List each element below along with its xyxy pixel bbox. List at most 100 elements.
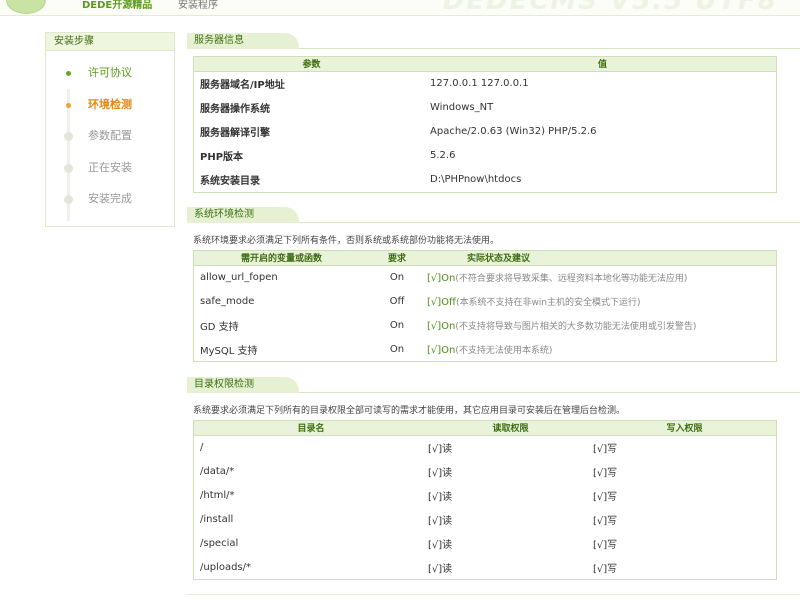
column-header: 参数 bbox=[194, 57, 429, 72]
table-row: PHP版本 5.2.6 bbox=[194, 143, 776, 167]
dir-check-header: 目录权限检测 bbox=[187, 377, 800, 393]
step-label: 安装完成 bbox=[88, 192, 132, 205]
step-item: 许可协议 bbox=[46, 57, 174, 89]
column-header: 要求 bbox=[369, 251, 425, 266]
dir-cell: /html/* bbox=[200, 489, 235, 501]
write-cell: [√]写 bbox=[593, 515, 618, 527]
step-dot-icon bbox=[66, 102, 71, 108]
install-steps-panel: 安装步骤 许可协议 环境检测 参数配置 正在安装 安装完成 bbox=[45, 32, 175, 227]
install-steps-title: 安装步骤 bbox=[46, 33, 174, 51]
column-header: 目录名 bbox=[194, 421, 428, 436]
env-check-table: 需开启的变量或函数 要求 实际状态及建议 allow_url_fopen On … bbox=[193, 250, 777, 362]
table-row: 系统安装目录 D:\PHPnow\htdocs bbox=[194, 167, 776, 191]
step-dot-icon bbox=[66, 71, 71, 76]
column-header: 实际状态及建议 bbox=[425, 251, 776, 266]
param-cell: PHP版本 bbox=[200, 151, 244, 163]
env-check-title: 系统环境检测 bbox=[187, 207, 299, 223]
header-tagline: DEDE开源精品 bbox=[82, 0, 153, 11]
value-cell: 5.2.6 bbox=[430, 149, 456, 161]
step-item: 正在安装 bbox=[46, 152, 174, 184]
step-item: 环境检测 bbox=[46, 89, 174, 121]
table-row: 服务器解译引擎 Apache/2.0.63 (Win32) PHP/5.2.6 bbox=[194, 119, 776, 143]
status-note: (不支持无法使用本系统) bbox=[455, 345, 553, 356]
server-info-title: 服务器信息 bbox=[187, 33, 299, 49]
read-cell: [√]读 bbox=[428, 563, 453, 575]
status-note: (不支持将导致与图片相关的大多数功能无法使用或引发警告) bbox=[455, 321, 697, 332]
var-name-cell: GD 支持 bbox=[200, 321, 239, 333]
status-note: (本系统不支持在非win主机的安全模式下运行) bbox=[455, 297, 641, 308]
write-cell: [√]写 bbox=[593, 491, 618, 503]
value-cell: Windows_NT bbox=[430, 101, 494, 113]
read-cell: [√]读 bbox=[428, 491, 453, 503]
write-cell: [√]写 bbox=[593, 467, 618, 479]
column-header: 需开启的变量或函数 bbox=[194, 251, 369, 266]
step-item: 参数配置 bbox=[46, 120, 174, 152]
value-cell: Apache/2.0.63 (Win32) PHP/5.2.6 bbox=[430, 125, 597, 137]
required-cell: On bbox=[389, 271, 405, 283]
write-cell: [√]写 bbox=[593, 539, 618, 551]
dir-cell: /special bbox=[200, 537, 239, 549]
status-ok: [√]Off bbox=[427, 296, 456, 308]
server-info-header: 服务器信息 bbox=[187, 33, 800, 49]
dir-check-table: 目录名 读取权限 写入权限 / [√]读 [√]写 /data/* [√]读 [… bbox=[193, 420, 777, 580]
status-cell: [√]Off(本系统不支持在非win主机的安全模式下运行) bbox=[425, 289, 776, 313]
required-cell: On bbox=[389, 343, 405, 355]
dedecms-logo bbox=[6, 0, 46, 14]
dir-cell: /install bbox=[200, 513, 234, 525]
var-name-cell: safe_mode bbox=[200, 295, 255, 307]
table-row: /install [√]读 [√]写 bbox=[194, 507, 776, 531]
status-cell: [√]On(不符合要求将导致采集、远程资料本地化等功能无法应用) bbox=[425, 265, 776, 289]
top-banner: DEDE开源精品 安装程序 DEDECMS V5.5 UTF8 bbox=[0, 0, 800, 16]
var-name-cell: allow_url_fopen bbox=[200, 271, 278, 283]
dir-cell: / bbox=[200, 441, 204, 453]
table-row: 服务器操作系统 Windows_NT bbox=[194, 95, 776, 119]
step-item: 安装完成 bbox=[46, 183, 174, 215]
table-row: /uploads/* [√]读 [√]写 bbox=[194, 555, 776, 579]
value-cell: D:\PHPnow\htdocs bbox=[430, 173, 522, 185]
step-label: 参数配置 bbox=[88, 129, 132, 142]
read-cell: [√]读 bbox=[428, 443, 453, 455]
step-label: 正在安装 bbox=[88, 160, 132, 174]
status-note: (不符合要求将导致采集、远程资料本地化等功能无法应用) bbox=[455, 273, 688, 284]
dir-cell: /uploads/* bbox=[200, 561, 252, 573]
dir-check-description: 系统要求必须满足下列所有的目录权限全部可读写的需求才能使用，其它应用目录可安装后… bbox=[193, 406, 626, 416]
step-dot-icon bbox=[64, 132, 73, 141]
status-ok: [√]On bbox=[427, 272, 456, 284]
required-cell: On bbox=[389, 319, 405, 331]
header-tagline-installer: 安装程序 bbox=[178, 0, 218, 11]
table-row: /special [√]读 [√]写 bbox=[194, 531, 776, 555]
param-cell: 服务器解译引擎 bbox=[200, 127, 270, 139]
install-steps-list: 许可协议 环境检测 参数配置 正在安装 安装完成 bbox=[46, 51, 174, 221]
dir-check-title: 目录权限检测 bbox=[187, 377, 299, 393]
step-dot-icon bbox=[64, 195, 73, 204]
read-cell: [√]读 bbox=[428, 467, 453, 479]
status-cell: [√]On(不支持将导致与图片相关的大多数功能无法使用或引发警告) bbox=[425, 313, 776, 337]
param-cell: 系统安装目录 bbox=[200, 175, 260, 187]
table-row: allow_url_fopen On [√]On(不符合要求将导致采集、远程资料… bbox=[194, 265, 776, 289]
table-row: / [√]读 [√]写 bbox=[194, 435, 776, 459]
table-row: 服务器域名/IP地址 127.0.0.1 127.0.0.1 bbox=[194, 71, 776, 95]
server-info-table: 参数 值 服务器域名/IP地址 127.0.0.1 127.0.0.1 服务器操… bbox=[193, 56, 777, 193]
table-row: /html/* [√]读 [√]写 bbox=[194, 483, 776, 507]
column-header: 写入权限 bbox=[593, 421, 776, 436]
table-row: MySQL 支持 On [√]On(不支持无法使用本系统) bbox=[194, 337, 776, 361]
var-name-cell: MySQL 支持 bbox=[200, 345, 258, 357]
version-watermark: DEDECMS V5.5 UTF8 bbox=[442, 0, 778, 16]
column-header: 读取权限 bbox=[428, 421, 593, 436]
status-ok: [√]On bbox=[427, 344, 456, 356]
step-label: 许可协议 bbox=[88, 66, 132, 79]
step-dot-icon bbox=[64, 163, 73, 173]
table-row: safe_mode Off [√]Off(本系统不支持在非win主机的安全模式下… bbox=[194, 289, 776, 313]
column-header: 值 bbox=[429, 57, 776, 72]
bottom-divider bbox=[187, 594, 800, 595]
read-cell: [√]读 bbox=[428, 515, 453, 527]
table-row: /data/* [√]读 [√]写 bbox=[194, 459, 776, 483]
dir-cell: /data/* bbox=[200, 465, 235, 477]
required-cell: Off bbox=[389, 295, 405, 307]
write-cell: [√]写 bbox=[593, 563, 618, 575]
param-cell: 服务器操作系统 bbox=[200, 103, 270, 115]
status-ok: [√]On bbox=[427, 320, 456, 332]
status-cell: [√]On(不支持无法使用本系统) bbox=[425, 337, 776, 361]
write-cell: [√]写 bbox=[593, 443, 618, 455]
table-row: GD 支持 On [√]On(不支持将导致与图片相关的大多数功能无法使用或引发警… bbox=[194, 313, 776, 337]
